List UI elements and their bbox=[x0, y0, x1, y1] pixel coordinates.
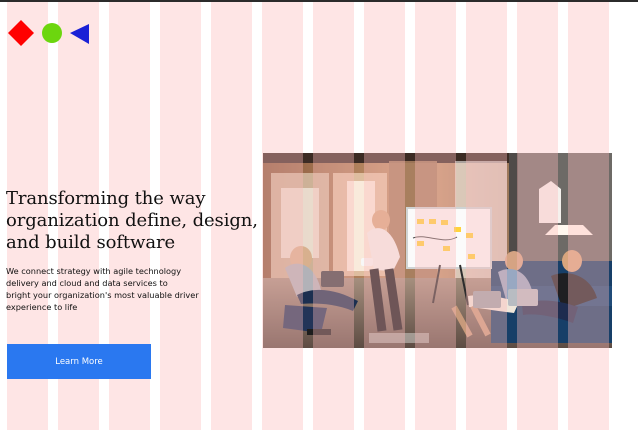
landing-page: Transforming the way organization define… bbox=[0, 0, 638, 430]
hero-title: Transforming the way organization define… bbox=[6, 188, 261, 254]
hero-subtitle-line-1: We connect strategy with agile technolog… bbox=[6, 266, 182, 276]
hero-title-line-1: Transforming the way bbox=[6, 188, 206, 209]
blue-triangle-icon bbox=[70, 24, 89, 44]
hero-subtitle: We connect strategy with agile technolog… bbox=[6, 265, 261, 313]
hero-title-line-3: and build software bbox=[6, 232, 176, 253]
hero-subtitle-line-2: delivery and cloud and data services to bbox=[6, 278, 168, 288]
green-circle-icon bbox=[42, 23, 62, 43]
hero-subtitle-line-4: experience to life bbox=[6, 302, 78, 312]
top-border bbox=[0, 0, 638, 2]
logo[interactable] bbox=[7, 19, 93, 49]
logo-shapes-icon bbox=[8, 20, 89, 46]
hero-text-block: Transforming the way organization define… bbox=[6, 188, 261, 313]
learn-more-button[interactable]: Learn More bbox=[7, 344, 151, 379]
hero-title-line-2: organization define, design, bbox=[6, 210, 258, 231]
hero-image bbox=[263, 153, 612, 348]
red-diamond-icon bbox=[8, 20, 34, 46]
team-meeting-photo-icon bbox=[263, 153, 612, 348]
hero-subtitle-line-3: bright your organization's most valuable… bbox=[6, 290, 199, 300]
